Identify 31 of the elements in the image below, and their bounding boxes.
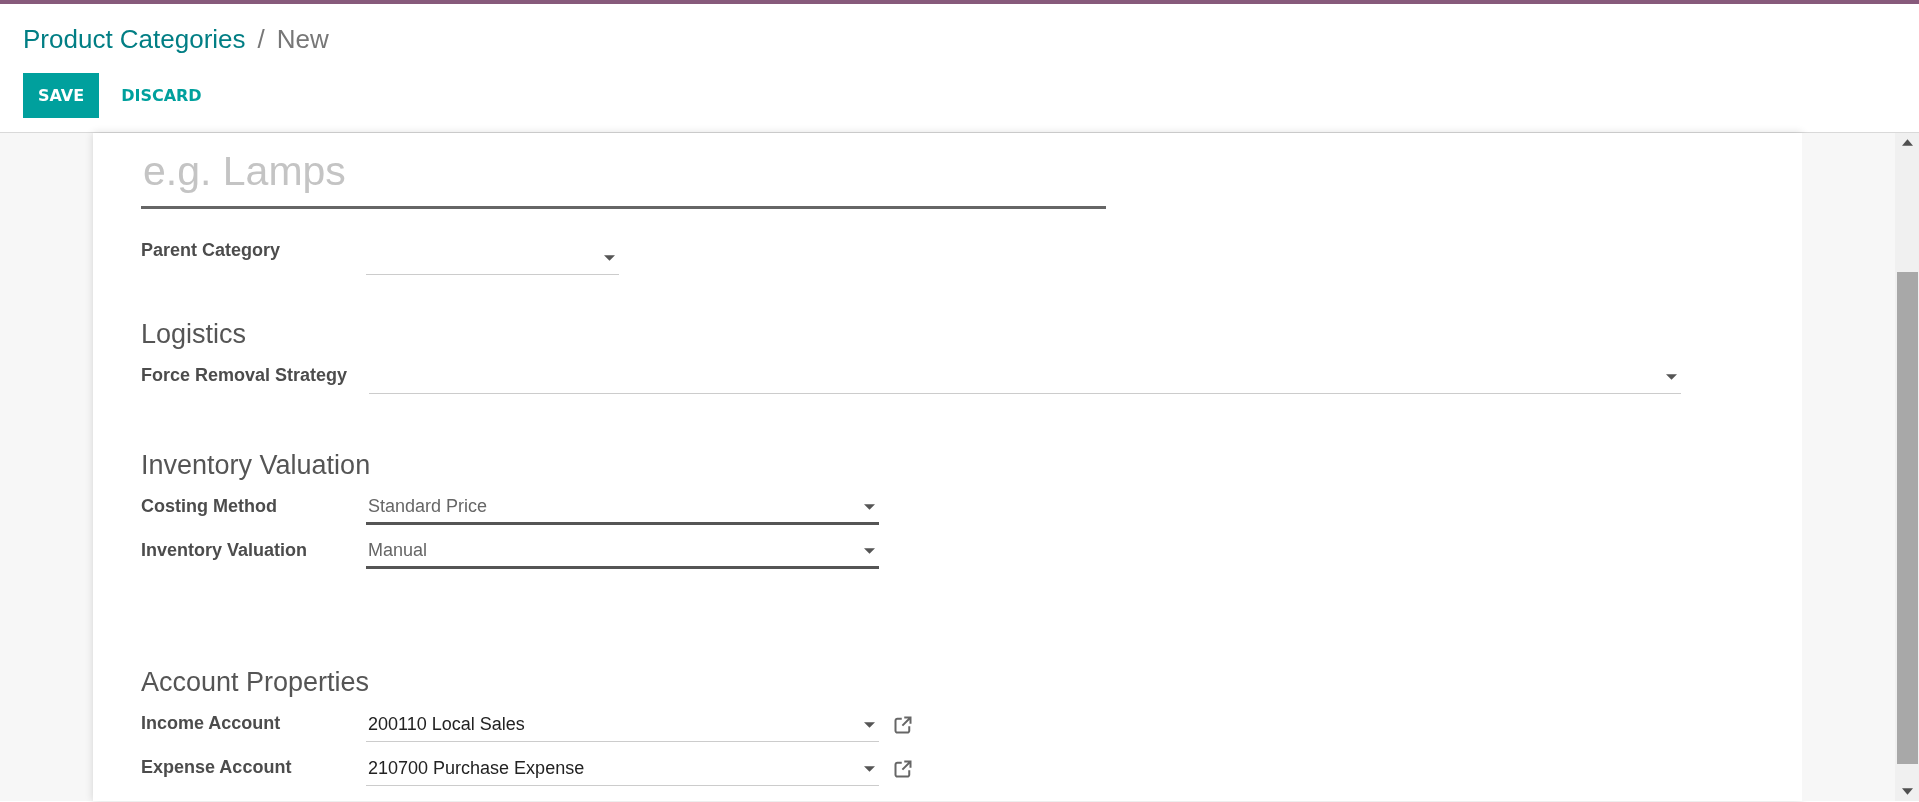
field-label: Force Removal Strategy: [141, 364, 348, 387]
caret-icon[interactable]: [864, 765, 875, 772]
scrollbar[interactable]: [1895, 133, 1919, 801]
breadcrumb-link[interactable]: Product Categories: [23, 24, 246, 55]
caret-icon[interactable]: [864, 721, 875, 728]
caret-icon[interactable]: [1666, 373, 1678, 380]
field-label: Income Account: [141, 712, 282, 735]
dropdown-field[interactable]: 200110 Local Sales: [366, 708, 879, 742]
dropdown-field[interactable]: 210700 Purchase Expense: [366, 752, 879, 786]
scrollbar-thumb[interactable]: [1896, 272, 1918, 764]
caret-icon[interactable]: [864, 503, 875, 510]
field-label: Parent Category: [141, 239, 282, 262]
field-label: Inventory Valuation: [141, 539, 309, 562]
external-link-icon[interactable]: [893, 759, 913, 779]
field-label: Expense Account: [141, 756, 293, 779]
section-title: Inventory Valuation: [141, 450, 372, 481]
scroll-down-icon[interactable]: [1901, 788, 1913, 795]
caret-icon[interactable]: [864, 547, 875, 554]
field-label: Costing Method: [141, 495, 278, 518]
save-button[interactable]: SAVE: [23, 73, 100, 118]
caret-icon[interactable]: [604, 254, 615, 261]
section-title: Logistics: [141, 319, 248, 350]
breadcrumb-current: New: [276, 24, 329, 55]
section-title: Account Properties: [141, 667, 371, 698]
scroll-up-icon[interactable]: [1901, 139, 1913, 146]
name-field[interactable]: e.g. Lamps: [141, 138, 1106, 209]
dropdown-field[interactable]: Manual: [366, 535, 879, 569]
external-link-icon[interactable]: [893, 715, 913, 735]
dropdown-field[interactable]: Standard Price: [366, 491, 879, 525]
breadcrumb-separator: /: [257, 24, 265, 55]
discard-button[interactable]: DISCARD: [107, 73, 216, 118]
